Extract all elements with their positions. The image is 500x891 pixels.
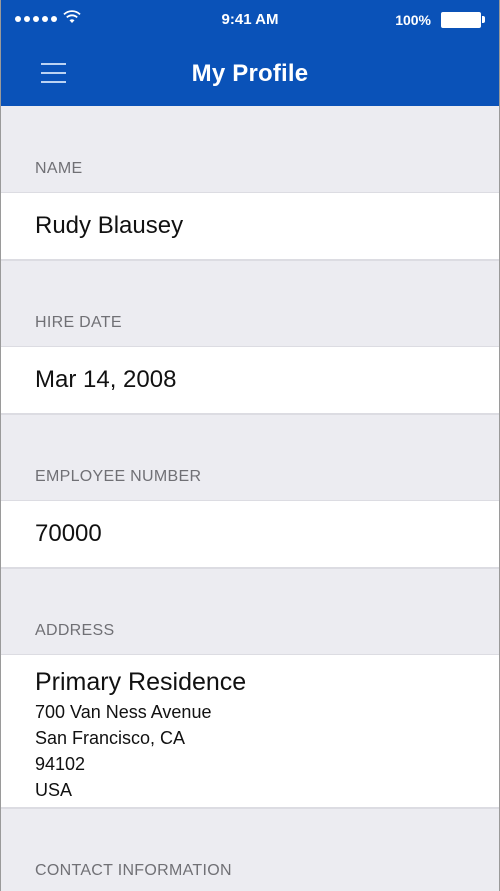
address-street: 700 Van Ness Avenue <box>35 702 212 722</box>
employee-number-label: EMPLOYEE NUMBER <box>35 468 202 485</box>
name-value: Rudy Blausey <box>1 192 499 260</box>
address-card: Primary Residence 700 Van Ness Avenue Sa… <box>1 654 499 808</box>
address-type: Primary Residence <box>35 668 247 696</box>
contact-section-header: CONTACT INFORMATION <box>1 808 499 891</box>
employee-number-value: 70000 <box>1 500 499 568</box>
navigation-bar: My Profile <box>1 40 499 106</box>
phone-screen: 9:41 AM 100% My Profile NAME Rudy Blause… <box>0 0 500 891</box>
profile-content: NAME Rudy Blausey HIRE DATE Mar 14, 2008… <box>1 106 499 891</box>
name-label: NAME <box>35 160 83 177</box>
page-title: My Profile <box>191 60 309 87</box>
contact-information-label: CONTACT INFORMATION <box>35 862 232 879</box>
name-section-header: NAME <box>1 106 499 192</box>
address-section-header: ADDRESS <box>1 568 499 654</box>
employee-number-section-header: EMPLOYEE NUMBER <box>1 414 499 500</box>
status-bar: 9:41 AM 100% <box>1 0 499 40</box>
address-city-state: San Francisco, CA <box>35 728 186 748</box>
battery-percent: 100% <box>395 12 431 28</box>
hire-date-value: Mar 14, 2008 <box>1 346 499 414</box>
hire-date-section-header: HIRE DATE <box>1 260 499 346</box>
hire-date-label: HIRE DATE <box>35 314 122 331</box>
battery-icon <box>441 12 485 28</box>
address-country: USA <box>35 780 73 800</box>
address-zip: 94102 <box>35 754 86 774</box>
address-label: ADDRESS <box>35 622 115 639</box>
